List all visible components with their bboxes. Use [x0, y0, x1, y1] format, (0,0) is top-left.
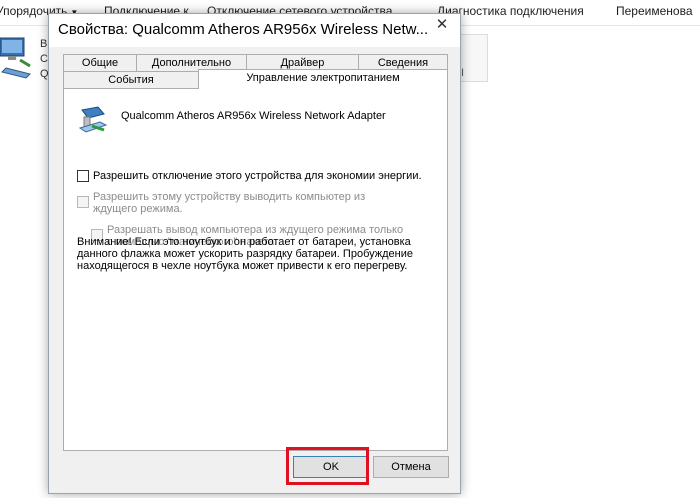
tab-power-management[interactable]: Управление электропитанием	[198, 69, 448, 89]
properties-dialog: Свойства: Qualcomm Atheros AR956x Wirele…	[48, 13, 461, 494]
dialog-titlebar[interactable]: Свойства: Qualcomm Atheros AR956x Wirele…	[49, 14, 460, 47]
close-icon: ✕	[435, 16, 449, 33]
battery-warning-text: Внимание! Если это ноутбук и он работает…	[77, 236, 413, 272]
adapter-status-text: C	[40, 53, 48, 65]
toolbar-rename-button[interactable]: Переименова	[616, 4, 693, 18]
allow-power-off-checkbox[interactable]	[77, 170, 89, 182]
explorer-content	[0, 26, 50, 498]
cancel-button[interactable]: Отмена	[373, 456, 449, 478]
wireless-adapter-icon	[78, 106, 108, 133]
allow-wake-label[interactable]: Разрешить этому устройству выводить комп…	[93, 191, 398, 215]
allow-power-off-label[interactable]: Разрешить отключение этого устройства дл…	[93, 170, 443, 182]
close-button[interactable]: ✕	[428, 15, 456, 35]
device-name: Qualcomm Atheros AR956x Wireless Network…	[121, 110, 386, 122]
allow-wake-checkbox[interactable]	[77, 196, 89, 208]
ok-button-highlight	[286, 447, 369, 485]
dialog-title: Свойства: Qualcomm Atheros AR956x Wirele…	[58, 21, 428, 38]
network-adapter-icon	[0, 37, 31, 79]
adapter-name-text: B	[40, 38, 48, 50]
power-management-panel: Qualcomm Atheros AR956x Wireless Network…	[63, 88, 448, 451]
tab-general[interactable]: Общие	[63, 54, 137, 71]
tab-events[interactable]: События	[63, 71, 199, 88]
